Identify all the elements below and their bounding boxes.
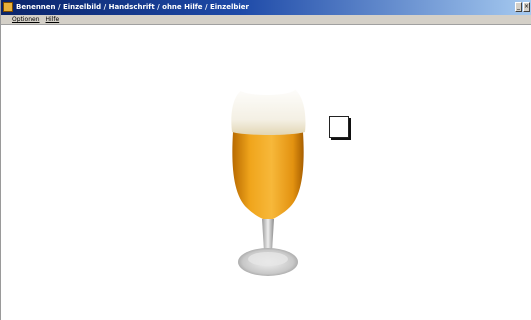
application-window: Benennen / Einzelbild / Handschrift / oh… [0, 0, 531, 320]
app-icon[interactable] [3, 2, 13, 12]
window-controls: _ × [515, 2, 530, 13]
handwriting-answer-box[interactable] [329, 116, 349, 138]
title-bar[interactable]: Benennen / Einzelbild / Handschrift / oh… [1, 0, 531, 15]
beer-glass-image [231, 83, 306, 276]
minimize-icon: _ [517, 3, 520, 10]
menu-item-optionen[interactable]: Optionen [12, 15, 40, 24]
window-title: Benennen / Einzelbild / Handschrift / oh… [16, 3, 249, 11]
menu-item-hilfe[interactable]: Hilfe [46, 15, 60, 24]
picture-area [2, 25, 531, 320]
close-icon: × [524, 3, 530, 10]
close-button[interactable]: × [523, 2, 530, 12]
menu-bar: Optionen Hilfe [1, 15, 531, 25]
minimize-button[interactable]: _ [515, 2, 522, 12]
